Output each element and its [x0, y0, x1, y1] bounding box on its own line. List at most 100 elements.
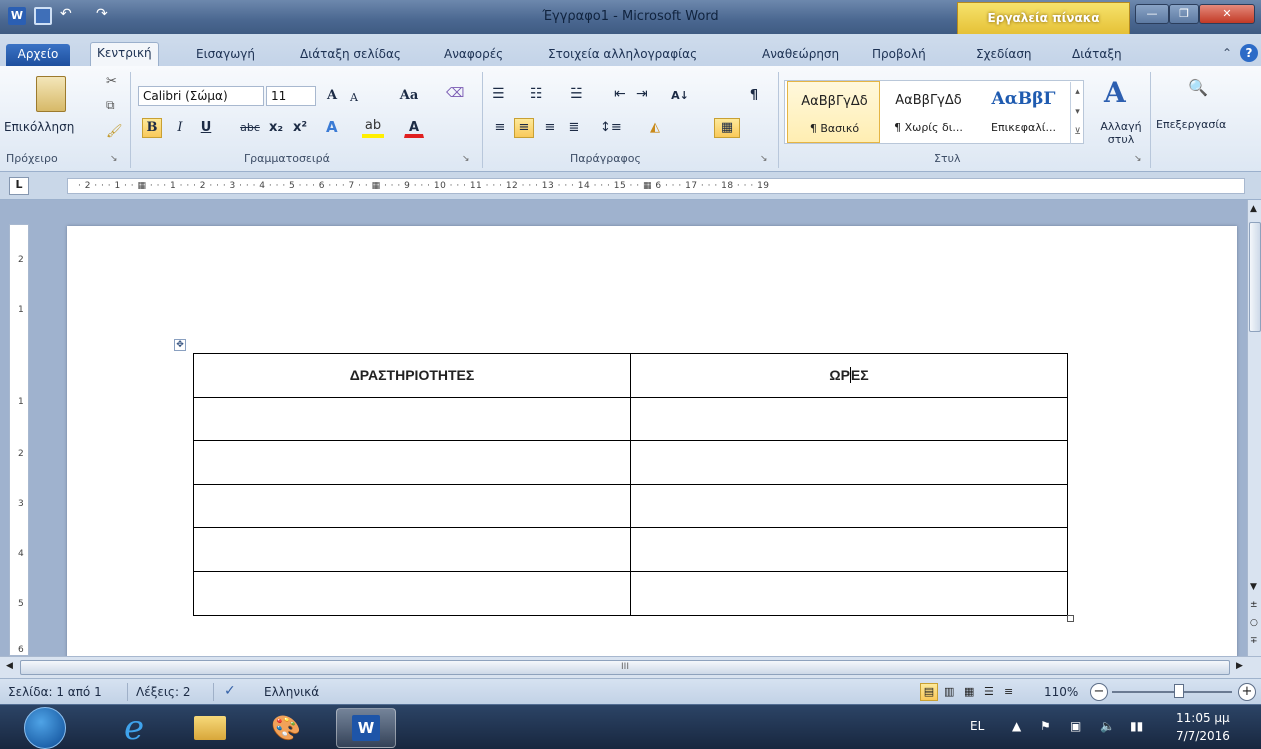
document-page[interactable]: ✥ ΔΡΑΣΤΗΡΙΟΤΗΤΕΣ ΩΡΕΣ: [67, 226, 1237, 656]
highlight-icon[interactable]: ab: [362, 118, 384, 138]
tab-home[interactable]: Κεντρική: [90, 42, 159, 66]
maximize-button[interactable]: ❐: [1169, 4, 1199, 24]
font-family-select[interactable]: Calibri (Σώμα): [138, 86, 264, 106]
zoom-in-icon[interactable]: +: [1238, 683, 1256, 701]
select-browse-object-icon[interactable]: ○: [1250, 618, 1258, 628]
style-normal[interactable]: ΑαΒβΓγΔδ ¶ Βασικό: [787, 81, 880, 143]
document-table[interactable]: ΔΡΑΣΤΗΡΙΟΤΗΤΕΣ ΩΡΕΣ: [193, 353, 1068, 616]
table-cell[interactable]: [630, 396, 1068, 442]
next-page-icon[interactable]: ∓: [1250, 636, 1258, 646]
tab-mailings[interactable]: Στοιχεία αλληλογραφίας: [542, 44, 703, 66]
numbering-icon[interactable]: ☷: [530, 86, 543, 102]
change-styles-button[interactable]: Αλλαγή στυλ: [1094, 120, 1148, 146]
font-color-button[interactable]: A: [404, 118, 424, 138]
zoom-slider[interactable]: [1112, 691, 1232, 693]
style-heading[interactable]: ΑαΒβΓ Επικεφαλί...: [977, 81, 1070, 143]
shrink-font-button[interactable]: A: [344, 88, 364, 108]
change-case-button[interactable]: Aa: [396, 86, 422, 106]
minimize-ribbon-icon[interactable]: ⌃: [1222, 46, 1232, 60]
align-left-button[interactable]: ≡: [490, 118, 510, 138]
decrease-indent-icon[interactable]: ⇤: [614, 86, 626, 102]
vertical-scroll-thumb[interactable]: [1249, 222, 1261, 332]
language-status[interactable]: Ελληνικά: [264, 685, 319, 699]
full-screen-reading-icon[interactable]: ▥: [944, 685, 954, 698]
paint-icon[interactable]: 🎨: [256, 708, 316, 748]
font-size-select[interactable]: 11: [266, 86, 316, 106]
grow-font-button[interactable]: A: [322, 86, 342, 106]
clock-time[interactable]: 11:05 μμ: [1176, 711, 1230, 725]
proofing-icon[interactable]: ✓: [224, 683, 236, 699]
web-layout-icon[interactable]: ▦: [964, 685, 974, 698]
bullets-icon[interactable]: ☰: [492, 86, 505, 102]
clear-formatting-icon[interactable]: ⌫: [446, 86, 464, 101]
outline-view-icon[interactable]: ☰: [984, 685, 994, 698]
editing-button[interactable]: Επεξεργασία: [1156, 118, 1226, 131]
shading-icon[interactable]: ◭: [650, 120, 660, 135]
volume-icon[interactable]: 🔈: [1100, 719, 1115, 733]
tab-page-layout[interactable]: Διάταξη σελίδας: [294, 44, 407, 66]
cut-icon[interactable]: ✂: [106, 74, 117, 89]
vertical-scrollbar[interactable]: ▲ ▼ ± ○ ∓: [1247, 200, 1261, 656]
tab-file[interactable]: Αρχείο: [6, 44, 70, 66]
find-icon[interactable]: 🔍: [1188, 78, 1208, 97]
help-icon[interactable]: ?: [1240, 44, 1258, 62]
paragraph-launcher-icon[interactable]: ↘: [760, 154, 768, 164]
horizontal-scrollbar[interactable]: ◀ III ▶: [0, 656, 1261, 678]
table-cell[interactable]: [630, 527, 1068, 572]
style-no-spacing[interactable]: ΑαΒβΓγΔδ ¶ Χωρίς δι...: [882, 81, 975, 143]
increase-indent-icon[interactable]: ⇥: [636, 86, 648, 102]
network-icon[interactable]: ▣: [1070, 719, 1081, 733]
horizontal-ruler[interactable]: · 2 · · · 1 · · ▦ · · · 1 · · · 2 · · · …: [67, 178, 1245, 194]
text-effects-icon[interactable]: A: [326, 118, 338, 136]
tab-insert[interactable]: Εισαγωγή: [190, 44, 261, 66]
vertical-ruler[interactable]: 2 1 1 2 3 4 5 6: [9, 224, 29, 656]
input-language[interactable]: EL: [970, 719, 984, 733]
tab-references[interactable]: Αναφορές: [438, 44, 509, 66]
draft-view-icon[interactable]: ≡: [1004, 685, 1013, 698]
tab-review[interactable]: Αναθεώρηση: [756, 44, 845, 66]
italic-button[interactable]: I: [170, 118, 190, 138]
change-styles-icon[interactable]: A: [1104, 76, 1126, 109]
scroll-up-icon[interactable]: ▲: [1250, 204, 1257, 214]
table-cell[interactable]: [193, 527, 631, 572]
align-center-button[interactable]: ≡: [514, 118, 534, 138]
prev-page-icon[interactable]: ±: [1250, 600, 1258, 610]
print-layout-view-icon[interactable]: ▤: [920, 683, 938, 701]
superscript-button[interactable]: x²: [290, 118, 310, 138]
copy-icon[interactable]: ⧉: [106, 98, 115, 113]
table-cell[interactable]: [193, 396, 631, 442]
underline-button[interactable]: U: [196, 118, 216, 138]
font-launcher-icon[interactable]: ↘: [462, 154, 470, 164]
tab-table-design[interactable]: Σχεδίαση: [970, 44, 1038, 66]
styles-launcher-icon[interactable]: ↘: [1134, 154, 1142, 164]
power-icon[interactable]: ▮▮: [1130, 719, 1143, 733]
sort-button[interactable]: A↓: [670, 86, 690, 106]
tab-selector[interactable]: L: [9, 177, 29, 195]
strikethrough-button[interactable]: abc: [236, 118, 264, 138]
zoom-out-icon[interactable]: −: [1090, 683, 1108, 701]
table-cell[interactable]: [193, 483, 631, 529]
align-right-button[interactable]: ≡: [540, 118, 560, 138]
multilevel-list-icon[interactable]: ☱: [570, 86, 583, 102]
borders-button[interactable]: ▦: [714, 118, 740, 138]
table-cell[interactable]: [630, 483, 1068, 529]
styles-scroll-icon[interactable]: ▴ ▾ ⊻: [1070, 82, 1084, 144]
table-resize-handle[interactable]: [1067, 615, 1074, 622]
word-count[interactable]: Λέξεις: 2: [136, 685, 190, 699]
file-explorer-icon[interactable]: [180, 708, 240, 748]
table-cell[interactable]: [193, 570, 631, 616]
close-button[interactable]: ✕: [1199, 4, 1255, 24]
paste-button[interactable]: Επικόλληση: [4, 120, 74, 134]
start-button-icon[interactable]: [24, 707, 66, 749]
bold-button[interactable]: B: [142, 118, 162, 138]
word-taskbar-icon[interactable]: W: [336, 708, 396, 748]
show-marks-button[interactable]: ¶: [744, 86, 764, 106]
scroll-right-icon[interactable]: ▶: [1236, 661, 1243, 671]
scroll-down-icon[interactable]: ▼: [1250, 582, 1257, 592]
tab-table-layout[interactable]: Διάταξη: [1066, 44, 1128, 66]
horizontal-scroll-thumb[interactable]: III: [20, 660, 1230, 675]
zoom-level[interactable]: 110%: [1044, 685, 1078, 699]
table-cell[interactable]: [630, 440, 1068, 485]
table-cell[interactable]: [193, 440, 631, 485]
clipboard-launcher-icon[interactable]: ↘: [110, 154, 118, 164]
